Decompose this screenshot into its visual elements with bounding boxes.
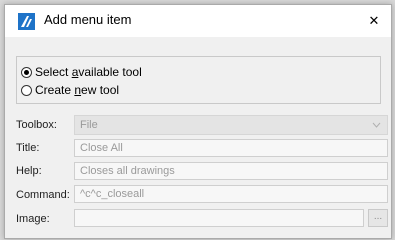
toolbox-select[interactable]: File xyxy=(74,115,388,135)
radio-select-available-tool[interactable]: Select a vailable tool xyxy=(21,64,142,80)
command-label: Command: xyxy=(16,189,70,201)
toolbox-value: File xyxy=(80,119,98,131)
help-field[interactable]: Closes all drawings xyxy=(74,162,388,180)
dialog-title: Add menu item xyxy=(44,12,132,27)
help-label: Help: xyxy=(16,165,42,177)
radio-label-accel: n xyxy=(74,83,82,97)
browse-image-button[interactable]: ... xyxy=(368,209,388,227)
radio-label-accel: a xyxy=(71,65,79,79)
close-button[interactable]: ✕ xyxy=(357,5,391,37)
title-value: Close All xyxy=(80,142,123,154)
radio-label-suffix: ew tool xyxy=(81,83,120,97)
toolbox-label: Toolbox: xyxy=(16,119,57,131)
radio-checked-icon xyxy=(21,66,32,78)
radio-create-new-tool[interactable]: Create n ew tool xyxy=(21,82,119,98)
title-field[interactable]: Close All xyxy=(74,139,388,157)
image-field[interactable] xyxy=(74,209,364,227)
add-menu-item-dialog: Add menu item ✕ Select a vailable tool Cr… xyxy=(4,4,392,239)
app-logo-icon xyxy=(18,13,35,30)
radio-label-prefix: Create xyxy=(35,83,75,97)
command-field[interactable]: ^c^c_closeall xyxy=(74,185,388,203)
image-label: Image: xyxy=(16,213,50,225)
close-icon: ✕ xyxy=(368,13,380,28)
radio-unchecked-icon xyxy=(21,84,32,96)
command-value: ^c^c_closeall xyxy=(80,188,145,200)
title-bar: Add menu item ✕ xyxy=(5,5,391,37)
tool-mode-group: Select a vailable tool Create n ew tool xyxy=(16,56,381,104)
radio-label-prefix: Select xyxy=(35,65,72,79)
help-value: Closes all drawings xyxy=(80,165,175,177)
title-label: Title: xyxy=(16,142,40,154)
radio-label-suffix: vailable tool xyxy=(78,65,142,79)
chevron-down-icon xyxy=(372,122,381,128)
